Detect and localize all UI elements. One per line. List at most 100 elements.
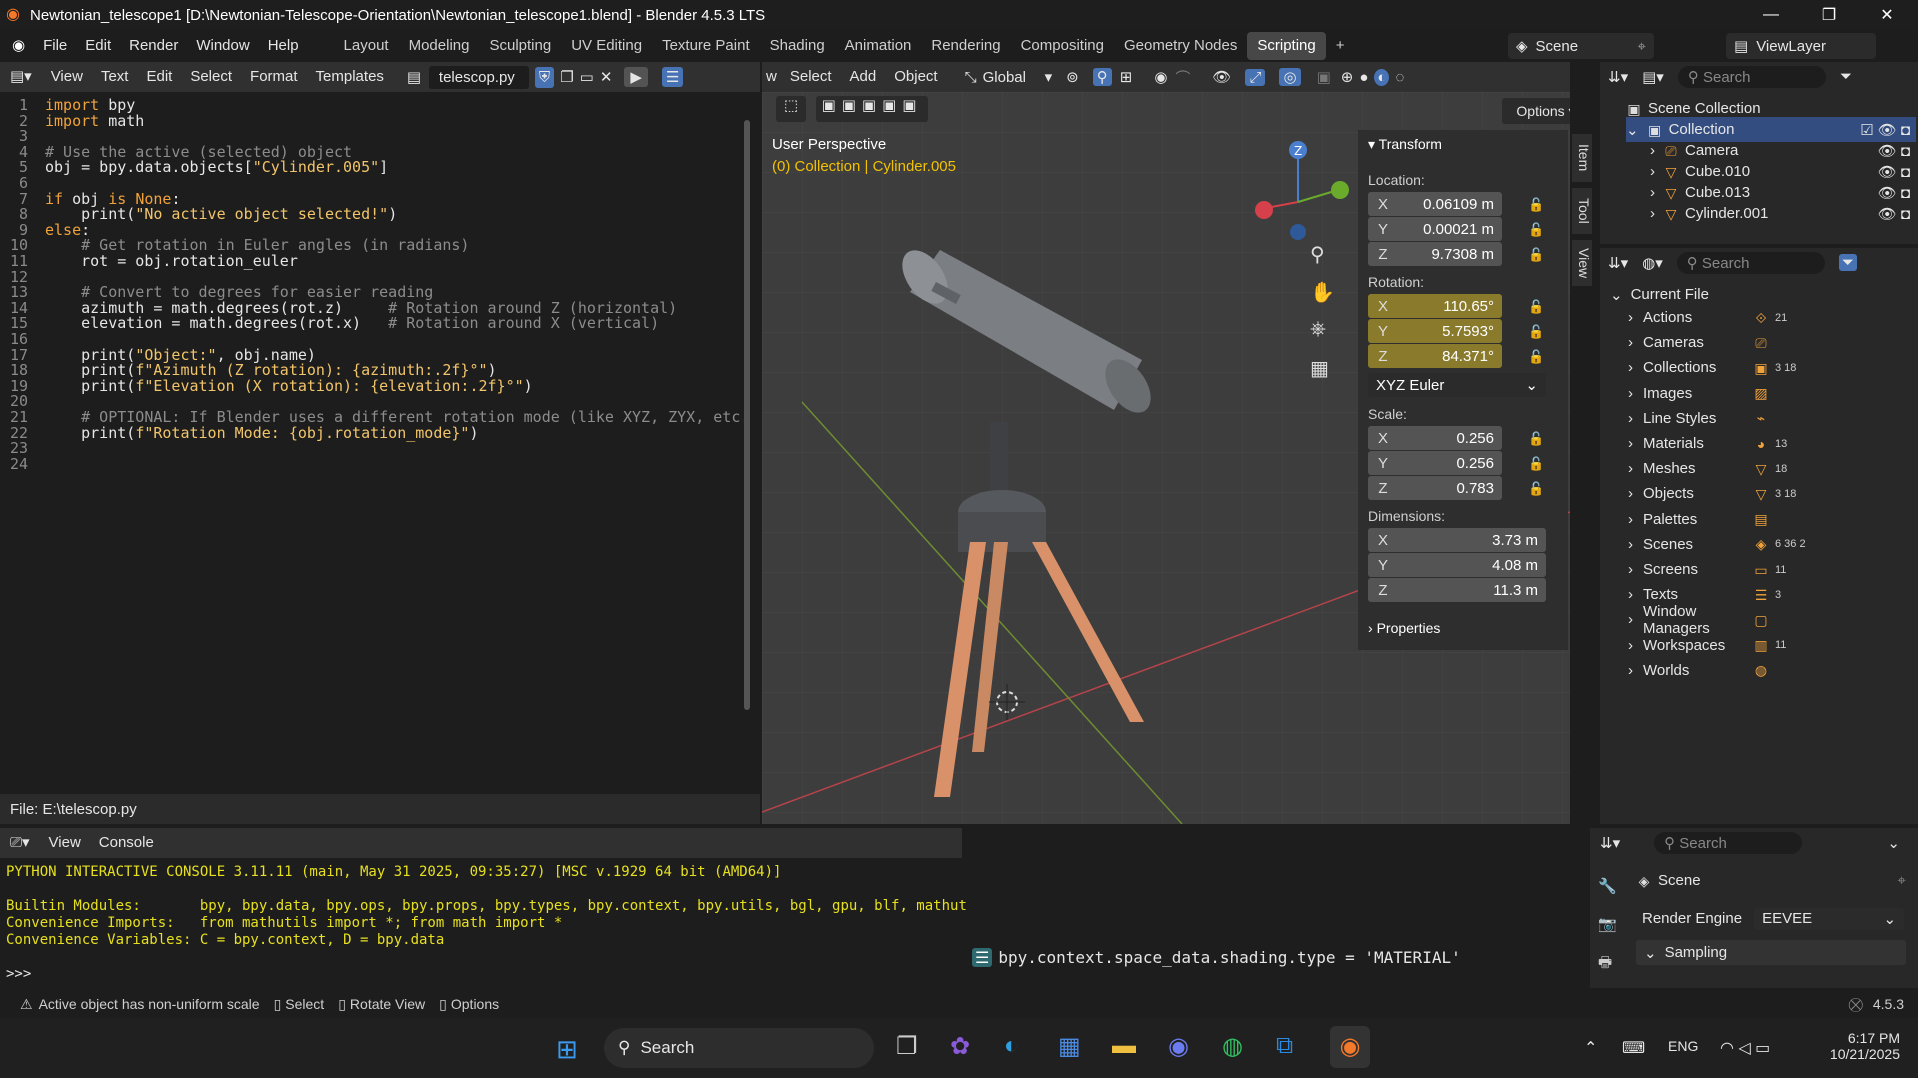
- te-menu-edit[interactable]: Edit: [137, 61, 181, 93]
- code-line[interactable]: elevation = math.degrees(rot.x) # Rotati…: [45, 314, 659, 332]
- expand-arrow-icon[interactable]: ›: [1628, 586, 1633, 603]
- blender-taskbar-icon[interactable]: ◉: [1330, 1026, 1370, 1068]
- transform-orientation-icon[interactable]: ⤡: [965, 69, 977, 86]
- filter-icon[interactable]: ⏷: [1838, 254, 1857, 271]
- properties-search-input[interactable]: ⚲ Search: [1654, 831, 1803, 854]
- location-z-field[interactable]: Z 9.7308 m: [1368, 242, 1502, 266]
- vp-menu-view[interactable]: w: [762, 61, 781, 93]
- tool-tab-icon[interactable]: 🔧: [1598, 868, 1624, 906]
- code-line[interactable]: import math: [45, 112, 144, 130]
- tab-uv-editing[interactable]: UV Editing: [561, 32, 652, 60]
- browser-item-meshes[interactable]: › Meshes ▽ 18: [1628, 456, 1908, 481]
- tab-layout[interactable]: Layout: [334, 32, 399, 60]
- scale-z-field[interactable]: Z 0.783: [1368, 476, 1502, 500]
- rotation-z-field[interactable]: Z 84.371°: [1368, 344, 1502, 368]
- file-explorer-icon[interactable]: ▬: [1112, 1032, 1136, 1060]
- te-menu-text[interactable]: Text: [92, 61, 138, 93]
- dimensions-x-field[interactable]: X 3.73 m: [1368, 528, 1546, 552]
- info-log-row[interactable]: ☰ bpy.context.space_data.shading.type = …: [972, 948, 1461, 967]
- location-x-field[interactable]: X 0.06109 m: [1368, 192, 1502, 216]
- browser-item-objects[interactable]: › Objects ▽ 3 18: [1628, 481, 1908, 506]
- tab-modeling[interactable]: Modeling: [399, 32, 480, 60]
- menu-help[interactable]: Help: [259, 30, 308, 62]
- tab-item[interactable]: Item: [1572, 134, 1592, 182]
- close-window-button[interactable]: ✕: [1858, 0, 1916, 30]
- vscode-icon[interactable]: ⧉: [1276, 1032, 1293, 1060]
- browser-item-window-managers[interactable]: › Window Managers ▢: [1628, 603, 1908, 637]
- pivot-icon[interactable]: ⊚: [1066, 68, 1079, 86]
- eye-icon[interactable]: 👁 ◘: [1878, 142, 1910, 160]
- expand-arrow-icon[interactable]: ⌄: [1626, 121, 1639, 139]
- display-mode-icon[interactable]: ▤▾: [1642, 68, 1664, 86]
- lock-icon[interactable]: 🔓: [1528, 349, 1544, 364]
- wifi-speaker-battery-icons[interactable]: ◠ ◁ ▭: [1720, 1038, 1770, 1058]
- filter-icon[interactable]: ⏷: [1840, 68, 1852, 85]
- pan-hand-icon[interactable]: ✋: [1310, 280, 1335, 305]
- browser-item-workspaces[interactable]: › Workspaces ▥ 11: [1628, 633, 1908, 658]
- expand-arrow-icon[interactable]: ›: [1628, 662, 1633, 679]
- browser-item-line-styles[interactable]: › Line Styles ⌁: [1628, 406, 1908, 431]
- console-menu-console[interactable]: Console: [90, 827, 163, 859]
- tab-animation[interactable]: Animation: [835, 32, 922, 60]
- falloff-icon[interactable]: ⌒: [1175, 67, 1190, 88]
- rotation-y-field[interactable]: Y 5.7593°: [1368, 319, 1502, 343]
- chevron-down-icon[interactable]: ⌄: [1887, 834, 1900, 852]
- blender-menu-icon[interactable]: ◉: [0, 30, 34, 62]
- keyboard-icon[interactable]: ⌨: [1622, 1038, 1645, 1058]
- discord-icon[interactable]: ◉: [1168, 1032, 1189, 1061]
- vp-menu-select[interactable]: Select: [781, 61, 841, 93]
- checkbox-icon[interactable]: ☑ 👁 ◘: [1860, 121, 1910, 139]
- viewlayer-selector[interactable]: ▤ ViewLayer: [1726, 33, 1876, 59]
- visibility-icon[interactable]: 👁: [1212, 68, 1231, 86]
- transform-title[interactable]: ▾ Transform: [1368, 136, 1442, 153]
- browser-search-input[interactable]: ⚲ Search: [1676, 251, 1825, 274]
- ortho-grid-icon[interactable]: ▦: [1310, 356, 1329, 381]
- browser-item-palettes[interactable]: › Palettes ▤: [1628, 507, 1908, 532]
- tab-tool[interactable]: Tool: [1572, 188, 1592, 234]
- chevron-up-icon[interactable]: ⌃: [1584, 1038, 1597, 1058]
- browser-item-cameras[interactable]: › Cameras ⎚: [1628, 330, 1908, 355]
- menu-edit[interactable]: Edit: [76, 30, 120, 62]
- chevron-down-icon[interactable]: ▾: [1045, 68, 1053, 86]
- lock-icon[interactable]: 🔓: [1528, 299, 1544, 314]
- editor-type-icon[interactable]: ⇊▾: [1600, 834, 1620, 852]
- outliner-search-input[interactable]: ⚲ Search: [1677, 65, 1826, 88]
- fake-user-icon[interactable]: ⛨: [534, 66, 555, 88]
- editor-type-icon[interactable]: ▤▾: [0, 61, 42, 93]
- expand-arrow-icon[interactable]: ›: [1628, 385, 1633, 402]
- gizmo-icon[interactable]: ⤢: [1245, 68, 1266, 86]
- rotation-x-field[interactable]: X 110.65°: [1368, 294, 1502, 318]
- duplicate-icon[interactable]: ❐: [560, 68, 573, 86]
- dimensions-z-field[interactable]: Z 11.3 m: [1368, 578, 1546, 602]
- store-icon[interactable]: ▦: [1058, 1032, 1081, 1061]
- menu-file[interactable]: File: [34, 30, 76, 62]
- tab-shading[interactable]: Shading: [760, 32, 835, 60]
- editor-type-icon[interactable]: ⇊▾: [1608, 254, 1628, 272]
- display-mode-icon[interactable]: ◍▾: [1642, 254, 1663, 272]
- outliner-item-cylinder001[interactable]: › ▽ Cylinder.001 👁 ◘: [1650, 201, 1916, 226]
- browser-item-materials[interactable]: › Materials ◕ 13: [1628, 431, 1908, 456]
- expand-arrow-icon[interactable]: ›: [1628, 536, 1633, 553]
- browser-item-scenes[interactable]: › Scenes ◈ 6 36 2: [1628, 532, 1908, 557]
- te-menu-templates[interactable]: Templates: [307, 61, 393, 93]
- expand-arrow-icon[interactable]: ›: [1628, 611, 1633, 628]
- menu-render[interactable]: Render: [120, 30, 187, 62]
- zoom-icon[interactable]: ⚲: [1310, 242, 1325, 267]
- te-menu-format[interactable]: Format: [241, 61, 307, 93]
- code-line[interactable]: print(f"Elevation (X rotation): {elevati…: [45, 377, 533, 395]
- sampling-panel[interactable]: ⌄ Sampling: [1636, 940, 1906, 965]
- expand-arrow-icon[interactable]: ›: [1628, 561, 1633, 578]
- vp-menu-add[interactable]: Add: [841, 61, 886, 93]
- properties-panel-header[interactable]: › Properties: [1368, 620, 1440, 636]
- render-tab-icon[interactable]: 📷: [1598, 906, 1624, 944]
- solid-shading-icon[interactable]: ●: [1359, 69, 1368, 86]
- whatsapp-icon[interactable]: ◍: [1222, 1032, 1243, 1061]
- code-line[interactable]: print(f"Rotation Mode: {obj.rotation_mod…: [45, 424, 478, 442]
- expand-arrow-icon[interactable]: ›: [1628, 511, 1633, 528]
- clock[interactable]: 6:17 PM 10/21/2025: [1800, 1030, 1900, 1062]
- eye-icon[interactable]: 👁 ◘: [1878, 163, 1910, 181]
- lock-icon[interactable]: 🔓: [1528, 247, 1544, 262]
- text-filename[interactable]: telescop.py: [428, 65, 529, 89]
- expand-arrow-icon[interactable]: ›: [1628, 637, 1633, 654]
- code-scrollbar[interactable]: [744, 120, 750, 710]
